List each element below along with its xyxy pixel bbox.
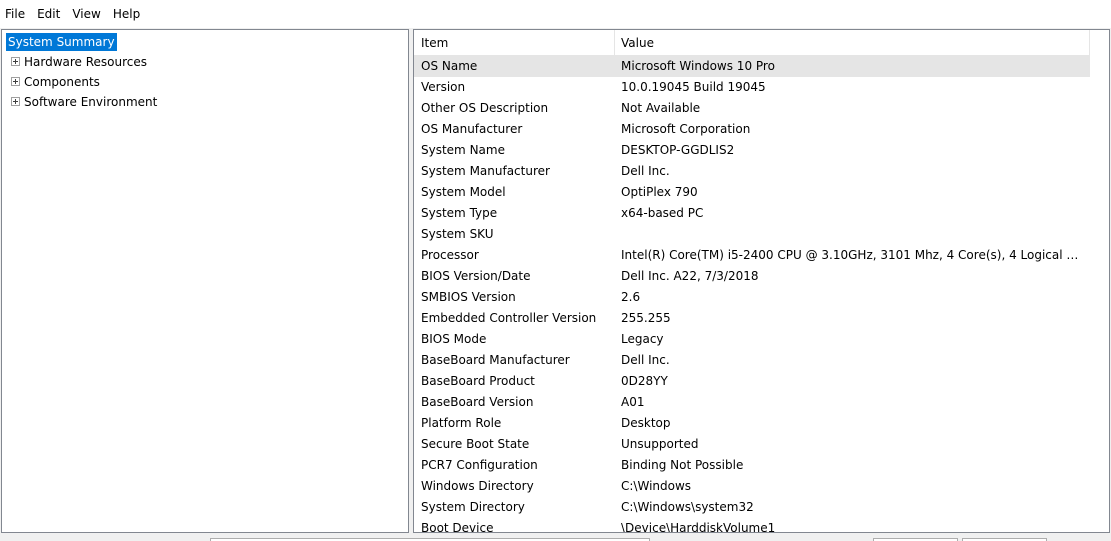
- table-row[interactable]: Other OS Description Not Available: [414, 98, 1090, 119]
- table-row[interactable]: Secure Boot State Unsupported: [414, 434, 1090, 455]
- cell-item: System Manufacturer: [421, 164, 550, 178]
- table-row[interactable]: BaseBoard Version A01: [414, 392, 1090, 413]
- cell-item: BIOS Mode: [421, 332, 487, 346]
- cell-item: BaseBoard Manufacturer: [421, 353, 570, 367]
- cell-value: Dell Inc. A22, 7/3/2018: [621, 269, 759, 283]
- tree-item-label: System Summary: [6, 33, 117, 51]
- cell-item: Secure Boot State: [421, 437, 530, 451]
- table-row[interactable]: System Name DESKTOP-GGDLIS2: [414, 140, 1090, 161]
- cell-value: Desktop: [621, 416, 671, 430]
- table-row[interactable]: SMBIOS Version 2.6: [414, 287, 1090, 308]
- tree-item-label: Hardware Resources: [24, 55, 148, 69]
- list-rows: OS Name Microsoft Windows 10 Pro Version 10…: [414, 56, 1090, 533]
- cell-item: BIOS Version/Date: [421, 269, 531, 283]
- cell-value: Intel(R) Core(TM) i5-2400 CPU @ 3.10GHz,…: [621, 248, 1083, 262]
- expand-plus-icon[interactable]: [11, 77, 20, 86]
- expand-plus-icon[interactable]: [11, 57, 20, 66]
- menu-file[interactable]: File: [0, 0, 31, 28]
- expand-plus-icon[interactable]: [11, 97, 20, 106]
- cell-value: Binding Not Possible: [621, 458, 744, 472]
- table-row[interactable]: OS Manufacturer Microsoft Corporation: [414, 119, 1090, 140]
- table-row[interactable]: Boot Device \Device\HarddiskVolume1: [414, 518, 1090, 533]
- list-header: Item Value: [414, 30, 1090, 56]
- cell-item: BaseBoard Product: [421, 374, 535, 388]
- cell-value: A01: [621, 395, 645, 409]
- table-row[interactable]: Processor Intel(R) Core(TM) i5-2400 CPU @…: [414, 245, 1090, 266]
- tree-item-system-summary[interactable]: System Summary: [6, 32, 117, 52]
- cell-item: System Name: [421, 143, 505, 157]
- cell-value: Dell Inc.: [621, 353, 670, 367]
- cell-value: 2.6: [621, 290, 641, 304]
- table-row[interactable]: System Directory C:\Windows\system32: [414, 497, 1090, 518]
- table-row[interactable]: BaseBoard Product 0D28YY: [414, 371, 1090, 392]
- cell-item: System Directory: [421, 500, 525, 514]
- cell-item: Platform Role: [421, 416, 502, 430]
- menu-help[interactable]: Help: [107, 0, 146, 28]
- table-row[interactable]: Platform Role Desktop: [414, 413, 1090, 434]
- cell-value: C:\Windows: [621, 479, 692, 493]
- table-row[interactable]: System Model OptiPlex 790: [414, 182, 1090, 203]
- column-header-value[interactable]: Value: [614, 30, 1089, 55]
- cell-item: SMBIOS Version: [421, 290, 516, 304]
- details-list[interactable]: Item Value OS Name Microsoft Windows 10 P…: [413, 29, 1110, 533]
- cell-value: Legacy: [621, 332, 664, 346]
- cell-item: OS Manufacturer: [421, 122, 523, 136]
- cell-item: Boot Device: [421, 521, 494, 533]
- cell-value: Unsupported: [621, 437, 699, 451]
- cell-value: Microsoft Windows 10 Pro: [621, 59, 775, 73]
- table-row[interactable]: BIOS Version/Date Dell Inc. A22, 7/3/2018: [414, 266, 1090, 287]
- cell-value: Microsoft Corporation: [621, 122, 751, 136]
- cell-item: Other OS Description: [421, 101, 549, 115]
- system-information-window: File Edit View Help System Summary Hardw…: [0, 0, 1111, 541]
- cell-value: 255.255: [621, 311, 671, 325]
- table-row[interactable]: Embedded Controller Version 255.255: [414, 308, 1090, 329]
- cell-item: Windows Directory: [421, 479, 534, 493]
- cell-item: Version: [421, 80, 466, 94]
- cell-value: Dell Inc.: [621, 164, 670, 178]
- table-row[interactable]: System Type x64-based PC: [414, 203, 1090, 224]
- table-row[interactable]: System SKU: [414, 224, 1090, 245]
- cell-value: \Device\HarddiskVolume1: [621, 521, 776, 533]
- cell-item: OS Name: [421, 59, 478, 73]
- cell-item: Embedded Controller Version: [421, 311, 597, 325]
- cell-value: DESKTOP-GGDLIS2: [621, 143, 735, 157]
- tree-item-label: Components: [24, 75, 100, 89]
- category-tree[interactable]: System Summary Hardware Resources Compon…: [1, 29, 409, 533]
- cell-item: Processor: [421, 248, 479, 262]
- table-row[interactable]: OS Name Microsoft Windows 10 Pro: [414, 56, 1090, 77]
- table-row[interactable]: PCR7 Configuration Binding Not Possible: [414, 455, 1090, 476]
- cell-item: System SKU: [421, 227, 494, 241]
- menu-bar: File Edit View Help: [0, 0, 1111, 28]
- cell-item: System Model: [421, 185, 506, 199]
- menu-edit[interactable]: Edit: [31, 0, 66, 28]
- table-row[interactable]: Version 10.0.19045 Build 19045: [414, 77, 1090, 98]
- table-row[interactable]: BaseBoard Manufacturer Dell Inc.: [414, 350, 1090, 371]
- cell-value: 0D28YY: [621, 374, 668, 388]
- column-header-item[interactable]: Item: [414, 30, 614, 55]
- column-divider[interactable]: [1089, 30, 1090, 55]
- cell-value: Not Available: [621, 101, 701, 115]
- cell-value: C:\Windows\system32: [621, 500, 754, 514]
- cell-item: BaseBoard Version: [421, 395, 534, 409]
- cell-value: OptiPlex 790: [621, 185, 698, 199]
- cell-item: System Type: [421, 206, 498, 220]
- cell-value: x64-based PC: [621, 206, 704, 220]
- table-row[interactable]: System Manufacturer Dell Inc.: [414, 161, 1090, 182]
- menu-view[interactable]: View: [66, 0, 106, 28]
- tree-item-label: Software Environment: [24, 95, 158, 109]
- table-row[interactable]: Windows Directory C:\Windows: [414, 476, 1090, 497]
- table-row[interactable]: BIOS Mode Legacy: [414, 329, 1090, 350]
- cell-value: 10.0.19045 Build 19045: [621, 80, 766, 94]
- cell-item: PCR7 Configuration: [421, 458, 538, 472]
